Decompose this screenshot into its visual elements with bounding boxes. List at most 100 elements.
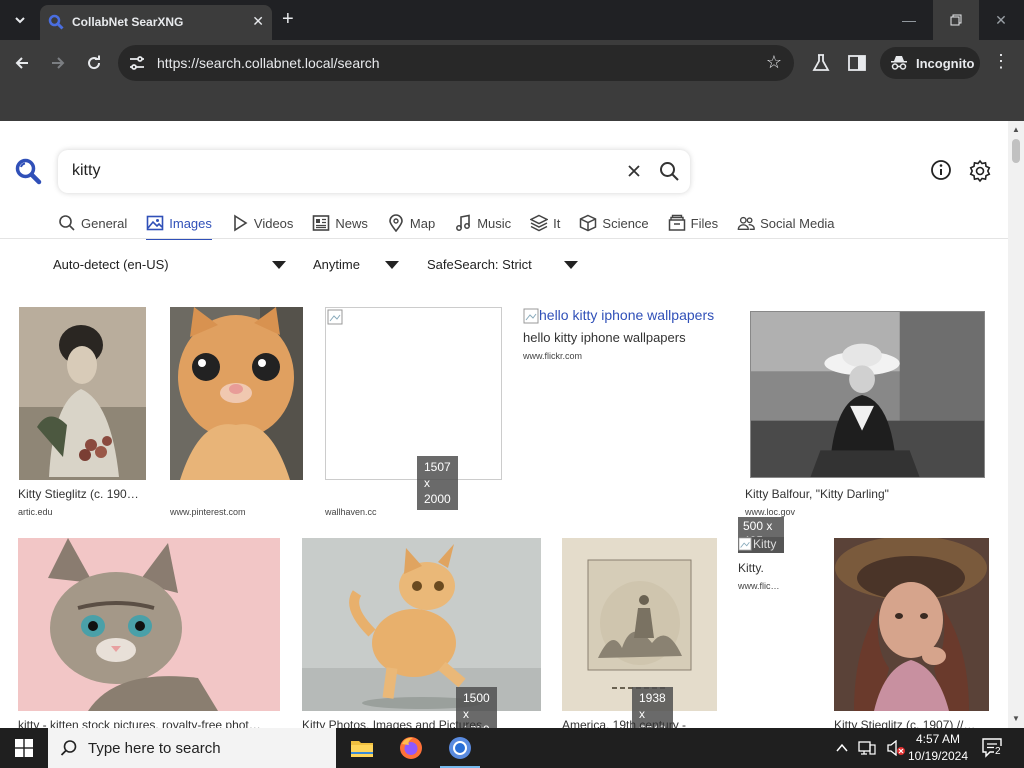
searxng-logo-icon[interactable] bbox=[14, 157, 42, 185]
windows-taskbar: Type here to search 4:57 AM 10/19/2024 2 bbox=[0, 728, 1024, 768]
result-title[interactable]: kitty - kitten stock pictures, royalty-f… bbox=[18, 718, 280, 728]
category-tabs: General Images Videos News Map Music It bbox=[58, 211, 854, 241]
search-icon bbox=[60, 740, 77, 756]
search-icon bbox=[59, 215, 75, 231]
address-bar[interactable]: https://search.collabnet.local/search ☆ bbox=[118, 45, 794, 81]
tab-it[interactable]: It bbox=[530, 211, 560, 235]
result-title[interactable]: Kitty. bbox=[738, 561, 798, 575]
language-dropdown-icon[interactable] bbox=[272, 261, 286, 269]
window-close-button[interactable]: ✕ bbox=[978, 0, 1024, 40]
clear-search-icon[interactable] bbox=[624, 161, 644, 181]
taskbar-search-box[interactable]: Type here to search bbox=[48, 728, 336, 768]
files-icon bbox=[668, 214, 685, 231]
result-url: www.loc.gov bbox=[745, 507, 796, 517]
image-dimensions-badge: 1507 x 2000 bbox=[417, 456, 458, 510]
safesearch-dropdown-icon[interactable] bbox=[564, 261, 578, 269]
tab-science-label: Science bbox=[602, 215, 649, 231]
result-thumbnail[interactable] bbox=[18, 538, 280, 711]
browser-menu-button[interactable]: ⋮ bbox=[992, 51, 1010, 72]
page-scrollbar[interactable]: ▲ ▼ bbox=[1008, 121, 1024, 728]
tab-news-label: News bbox=[335, 215, 368, 231]
tab-music[interactable]: Music bbox=[454, 211, 511, 235]
tab-close-icon[interactable]: ✕ bbox=[252, 13, 264, 30]
result-title[interactable]: Kitty Balfour, "Kitty Darling" bbox=[745, 487, 985, 501]
tab-search-button[interactable] bbox=[8, 8, 32, 32]
tab-news[interactable]: News bbox=[312, 211, 368, 235]
info-icon[interactable] bbox=[930, 159, 952, 181]
arrow-left-icon bbox=[15, 57, 28, 69]
toolbar-extension-area bbox=[0, 86, 1024, 121]
tab-map-label: Map bbox=[409, 215, 436, 231]
tab-science[interactable]: Science bbox=[579, 211, 649, 235]
window-restore-button[interactable] bbox=[933, 0, 979, 40]
result-thumbnail[interactable] bbox=[750, 311, 985, 478]
tab-general[interactable]: General bbox=[58, 211, 127, 235]
language-select[interactable]: Auto-detect (en-US) bbox=[53, 257, 169, 272]
tabby-kitten-photo-image bbox=[18, 538, 280, 711]
tab-videos[interactable]: Videos bbox=[231, 211, 293, 235]
result-title[interactable]: Kitty Photos, Images and Pictures bbox=[302, 718, 541, 728]
result-title[interactable]: Kitty Stieglitz (c. 190… bbox=[18, 487, 153, 501]
notification-center-button[interactable]: 2 bbox=[982, 738, 1004, 758]
chrome-app[interactable] bbox=[436, 728, 484, 768]
volume-muted-icon[interactable] bbox=[886, 740, 906, 756]
scrollbar-thumb[interactable] bbox=[1012, 139, 1020, 163]
result-url: wallhaven.cc bbox=[325, 507, 377, 517]
windows-logo-icon bbox=[15, 739, 33, 757]
tab-images[interactable]: Images bbox=[146, 211, 212, 240]
result-title[interactable]: hello kitty iphone wallpapers bbox=[523, 330, 723, 345]
result-thumbnail[interactable] bbox=[302, 538, 541, 711]
system-clock[interactable]: 4:57 AM 10/19/2024 bbox=[906, 731, 970, 765]
result-title[interactable]: Kitty Stieglitz (c. 1907) //… bbox=[834, 718, 994, 728]
chevron-up-icon[interactable] bbox=[836, 743, 848, 753]
scroll-down-icon[interactable]: ▼ bbox=[1012, 714, 1020, 723]
tab-social-media[interactable]: Social Media bbox=[737, 211, 835, 235]
divider bbox=[0, 238, 1008, 239]
result-thumbnail[interactable] bbox=[562, 538, 717, 711]
taskbar-search-placeholder: Type here to search bbox=[88, 739, 221, 757]
site-settings-icon[interactable] bbox=[128, 55, 146, 71]
searxng-favicon-icon bbox=[48, 14, 64, 30]
time-range-select[interactable]: Anytime bbox=[313, 257, 360, 272]
result-thumbnail[interactable] bbox=[834, 538, 989, 711]
result-thumbnail[interactable] bbox=[325, 307, 502, 480]
play-icon bbox=[234, 214, 248, 232]
start-button[interactable] bbox=[0, 728, 48, 768]
safesearch-select[interactable]: SafeSearch: Strict bbox=[427, 257, 532, 272]
bookmark-star-icon[interactable]: ☆ bbox=[766, 52, 782, 73]
network-icon[interactable] bbox=[858, 740, 876, 756]
scroll-up-icon[interactable]: ▲ bbox=[1012, 125, 1020, 134]
labs-flask-icon[interactable] bbox=[810, 52, 832, 74]
tab-files-label: Files bbox=[690, 215, 719, 231]
result-title[interactable]: America, 19th century - bbox=[562, 718, 717, 728]
result-thumbnail[interactable]: hello kitty iphone wallpapers bbox=[523, 307, 723, 325]
restore-icon bbox=[950, 14, 962, 26]
side-panel-icon[interactable] bbox=[846, 52, 868, 74]
gear-icon[interactable] bbox=[968, 159, 992, 183]
file-explorer-app[interactable] bbox=[338, 728, 386, 768]
search-input[interactable]: kitty bbox=[72, 162, 100, 180]
tab-music-label: Music bbox=[477, 215, 512, 231]
back-button[interactable] bbox=[10, 51, 34, 75]
tab-social-media-label: Social Media bbox=[760, 215, 835, 231]
reload-icon bbox=[88, 55, 101, 70]
tab-map[interactable]: Map bbox=[387, 211, 435, 235]
system-tray bbox=[836, 728, 906, 768]
time-range-dropdown-icon[interactable] bbox=[385, 261, 399, 269]
tab-files[interactable]: Files bbox=[668, 211, 718, 235]
firefox-app[interactable] bbox=[387, 728, 435, 768]
incognito-label: Incognito bbox=[916, 55, 975, 71]
browser-tab[interactable]: CollabNet SearXNG ✕ bbox=[40, 5, 272, 40]
reload-button[interactable] bbox=[82, 51, 106, 75]
people-icon bbox=[737, 216, 755, 230]
window-minimize-button[interactable]: — bbox=[886, 0, 932, 40]
folder-icon bbox=[351, 741, 373, 757]
result-thumbnail[interactable] bbox=[170, 307, 303, 480]
result-thumbnail[interactable] bbox=[19, 307, 146, 480]
autochrome-girl-portrait-image bbox=[834, 538, 989, 711]
new-tab-button[interactable]: + bbox=[282, 8, 294, 30]
search-submit-icon[interactable] bbox=[658, 160, 680, 182]
forward-button[interactable] bbox=[46, 51, 70, 75]
result-thumbnail[interactable]: Kitty bbox=[738, 537, 784, 553]
incognito-indicator[interactable]: Incognito bbox=[880, 47, 980, 79]
